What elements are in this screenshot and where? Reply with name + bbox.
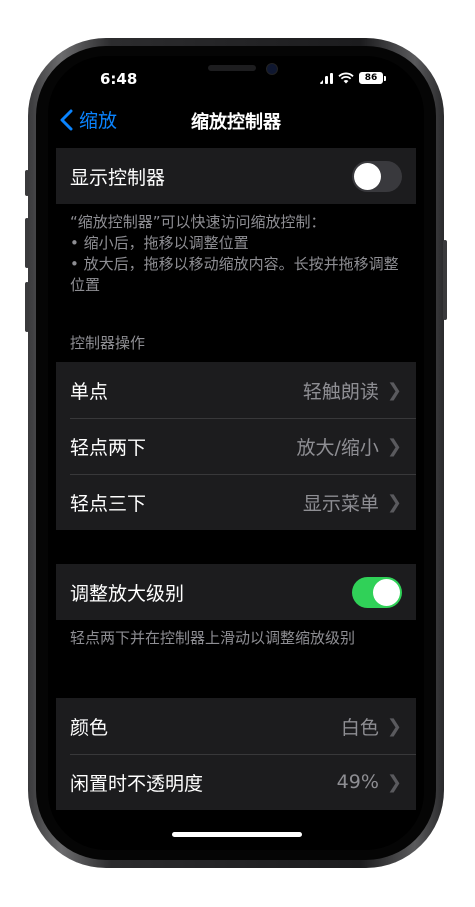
adjust-zoom-row: 调整放大级别 [56, 564, 416, 620]
idle-opacity-row[interactable]: 闲置时不透明度 49% ❯ [56, 754, 416, 810]
show-controller-label: 显示控制器 [70, 166, 166, 189]
mute-switch [25, 170, 29, 196]
show-controller-group: 显示控制器 [56, 148, 416, 204]
show-controller-row: 显示控制器 [56, 148, 416, 204]
status-time: 6:48 [100, 70, 138, 88]
home-indicator[interactable] [172, 832, 302, 837]
page-title: 缩放控制器 [191, 112, 281, 133]
chevron-right-icon: ❯ [386, 379, 402, 401]
color-row[interactable]: 颜色 白色 ❯ [56, 698, 416, 754]
screen: 6:48 86 缩放 缩放控制器 显示控制器 “缩放控制器”可以快速访问缩放控制… [48, 56, 424, 850]
chevron-right-icon: ❯ [386, 491, 402, 513]
controller-description: “缩放控制器”可以快速访问缩放控制： • 缩小后，拖移以调整位置 • 放大后，拖… [70, 212, 406, 296]
section-header-actions: 控制器操作 [70, 334, 146, 352]
idle-opacity-value: 49% [336, 771, 379, 793]
toggle-knob [354, 162, 381, 190]
power-button [443, 240, 447, 320]
action-label: 单点 [70, 380, 109, 403]
action-label: 轻点两下 [70, 436, 147, 459]
show-controller-toggle[interactable] [352, 160, 402, 192]
battery-level: 86 [359, 72, 383, 84]
action-row-single-tap[interactable]: 单点 轻触朗读 ❯ [56, 362, 416, 418]
action-row-triple-tap[interactable]: 轻点三下 显示菜单 ❯ [56, 474, 416, 530]
description-line: • 缩小后，拖移以调整位置 [70, 234, 249, 252]
navigation-bar: 缩放 缩放控制器 [48, 100, 424, 140]
volume-down-button [25, 282, 29, 332]
toggle-knob [373, 578, 400, 606]
description-line: “缩放控制器”可以快速访问缩放控制： [70, 213, 326, 231]
adjust-zoom-toggle[interactable] [352, 576, 402, 608]
action-label: 轻点三下 [70, 492, 147, 515]
battery-icon: 86 [359, 72, 386, 84]
adjust-zoom-footer: 轻点两下并在控制器上滑动以调整缩放级别 [70, 629, 356, 647]
color-value: 白色 [340, 716, 379, 739]
action-value: 放大/缩小 [296, 436, 379, 459]
action-value: 显示菜单 [302, 492, 379, 515]
volume-up-button [25, 218, 29, 268]
action-value: 轻触朗读 [302, 380, 379, 403]
speaker-grille [208, 65, 256, 71]
chevron-right-icon: ❯ [386, 771, 402, 793]
adjust-zoom-group: 调整放大级别 [56, 564, 416, 620]
description-line: • 放大后，拖移以移动缩放内容。长按并拖移调整位置 [70, 255, 399, 294]
notch [146, 56, 328, 88]
idle-opacity-label: 闲置时不透明度 [70, 772, 204, 795]
color-label: 颜色 [70, 716, 109, 739]
wifi-icon [338, 72, 354, 84]
front-camera [266, 63, 278, 75]
actions-group: 单点 轻触朗读 ❯ 轻点两下 放大/缩小 ❯ 轻点三下 显示菜单 ❯ [56, 362, 416, 530]
action-row-double-tap[interactable]: 轻点两下 放大/缩小 ❯ [56, 418, 416, 474]
appearance-group: 颜色 白色 ❯ 闲置时不透明度 49% ❯ [56, 698, 416, 810]
chevron-right-icon: ❯ [386, 715, 402, 737]
chevron-right-icon: ❯ [386, 435, 402, 457]
adjust-zoom-label: 调整放大级别 [70, 582, 185, 605]
